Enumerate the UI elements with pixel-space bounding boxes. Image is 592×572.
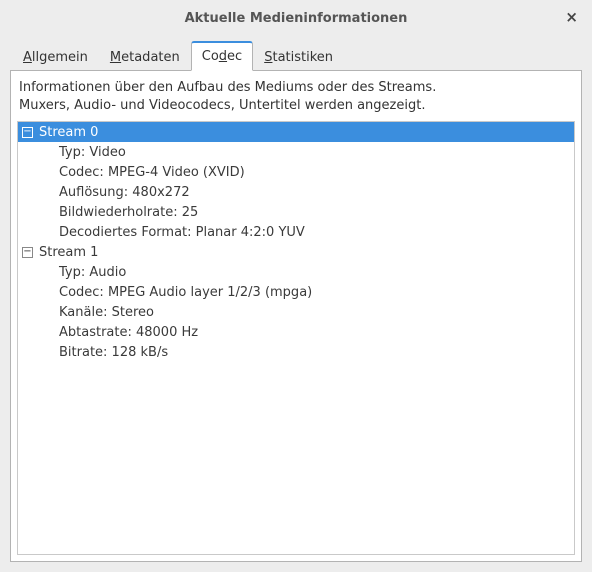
tree-leaf-label: Bitrate: 128 kB/s	[59, 345, 168, 360]
client-area: Allgemein Metadaten Codec Statistiken In…	[10, 36, 582, 562]
tree-leaf-label: Kanäle: Stereo	[59, 305, 154, 320]
tree-node-label: Stream 0	[39, 125, 98, 140]
tree-leaf-label: Codec: MPEG-4 Video (XVID)	[59, 165, 245, 180]
tree-leaf-label: Abtastrate: 48000 Hz	[59, 325, 198, 340]
tree-leaf-label: Codec: MPEG Audio layer 1/2/3 (mpga)	[59, 285, 312, 300]
tree-leaf[interactable]: Bitrate: 128 kB/s	[18, 342, 574, 362]
tree-leaf[interactable]: Codec: MPEG-4 Video (XVID)	[18, 162, 574, 182]
tree-leaf[interactable]: Typ: Audio	[18, 262, 574, 282]
tab-general[interactable]: Allgemein	[12, 43, 99, 71]
codec-tree[interactable]: − Stream 0 Typ: Video Codec: MPEG-4 Vide…	[17, 121, 575, 555]
tree-node-label: Stream 1	[39, 245, 98, 260]
close-icon[interactable]: ×	[565, 10, 578, 25]
collapse-icon[interactable]: −	[22, 247, 33, 258]
tree-leaf[interactable]: Bildwiederholrate: 25	[18, 202, 574, 222]
tab-metadata[interactable]: Metadaten	[99, 43, 191, 71]
window-title: Aktuelle Medieninformationen	[185, 11, 408, 26]
tree-leaf[interactable]: Decodiertes Format: Planar 4:2:0 YUV	[18, 222, 574, 242]
tab-statistics[interactable]: Statistiken	[253, 43, 344, 71]
tabstrip: Allgemein Metadaten Codec Statistiken	[10, 36, 582, 70]
tree-leaf[interactable]: Typ: Video	[18, 142, 574, 162]
tree-leaf-label: Auflösung: 480x272	[59, 185, 190, 200]
tree-leaf-label: Typ: Audio	[59, 265, 126, 280]
tree-node-stream-1[interactable]: − Stream 1	[18, 242, 574, 262]
tree-leaf[interactable]: Kanäle: Stereo	[18, 302, 574, 322]
tree-leaf[interactable]: Auflösung: 480x272	[18, 182, 574, 202]
tree-leaf[interactable]: Abtastrate: 48000 Hz	[18, 322, 574, 342]
dialog-window: Aktuelle Medieninformationen × Allgemein…	[0, 0, 592, 572]
tab-codec[interactable]: Codec	[191, 41, 253, 71]
tree-node-stream-0[interactable]: − Stream 0	[18, 122, 574, 142]
tab-panel-codec: Informationen über den Aufbau des Medium…	[10, 70, 582, 562]
tree-leaf-label: Decodiertes Format: Planar 4:2:0 YUV	[59, 225, 305, 240]
tree-leaf[interactable]: Codec: MPEG Audio layer 1/2/3 (mpga)	[18, 282, 574, 302]
collapse-icon[interactable]: −	[22, 127, 33, 138]
titlebar: Aktuelle Medieninformationen ×	[0, 0, 592, 36]
panel-description: Informationen über den Aufbau des Medium…	[19, 79, 573, 114]
tree-leaf-label: Bildwiederholrate: 25	[59, 205, 198, 220]
tree-leaf-label: Typ: Video	[59, 145, 126, 160]
